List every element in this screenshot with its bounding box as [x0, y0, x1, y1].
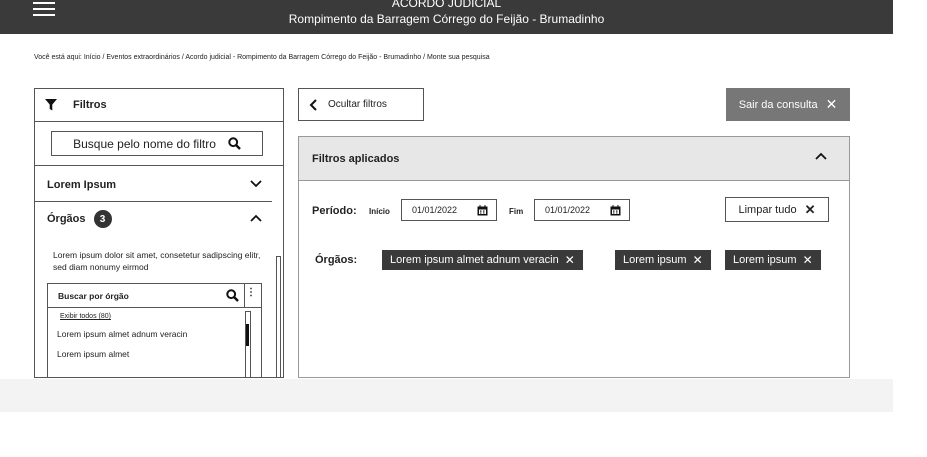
close-icon: ✕: [804, 201, 816, 217]
applied-filters-title: Filtros aplicados: [312, 152, 400, 165]
orgaos-label: Órgãos:: [315, 254, 358, 266]
breadcrumb: Você está aqui: Início / Eventos extraor…: [34, 54, 490, 61]
calendar-icon[interactable]: [610, 205, 621, 216]
filters-title: Filtros: [73, 99, 107, 111]
end-date-label: Fim: [509, 207, 524, 216]
more-options-icon[interactable]: ⋮: [246, 287, 256, 298]
start-date-value: 01/01/2022: [412, 205, 458, 215]
clear-all-button[interactable]: Limpar tudo ✕: [725, 197, 829, 222]
count-badge: 3: [93, 210, 112, 228]
exit-query-button[interactable]: Sair da consulta ✕: [726, 88, 850, 121]
section-lorem-ipsum[interactable]: Lorem Ipsum: [35, 169, 272, 201]
orgaos-scrollbar[interactable]: [245, 311, 251, 377]
show-all-link[interactable]: Exibir todos (80): [60, 313, 111, 320]
hide-filters-label: Ocultar filtros: [328, 99, 387, 110]
top-bar: ACORDO JUDICIAL Rompimento da Barragem C…: [0, 0, 893, 34]
clear-all-label: Limpar tudo: [738, 203, 797, 216]
search-icon[interactable]: [226, 289, 239, 302]
filter-name-search[interactable]: Busque pelo nome do filtro: [51, 131, 263, 156]
list-item[interactable]: Lorem ipsum almet: [57, 349, 129, 359]
scrollbar-thumb[interactable]: [246, 324, 249, 346]
funnel-icon: [45, 99, 57, 111]
chevron-left-icon: [309, 98, 317, 111]
end-date-value: 01/01/2022: [545, 205, 591, 215]
orgao-search-label: Buscar por órgão: [58, 290, 129, 301]
chip-label: Lorem ipsum: [733, 254, 797, 266]
calendar-icon[interactable]: [477, 205, 488, 216]
applied-filters-panel: Filtros aplicados Período: Início 01/01/…: [298, 136, 850, 378]
section-label: Órgãos: [47, 213, 86, 225]
app-subtitle: Rompimento da Barragem Córrego do Feijão…: [288, 12, 605, 26]
divider: [35, 201, 272, 202]
hide-filters-button[interactable]: Ocultar filtros: [298, 88, 424, 121]
filters-header: Filtros: [35, 89, 283, 122]
orgaos-description: Lorem ipsum dolor sit amet, consetetur s…: [53, 250, 261, 272]
start-date-label: Início: [369, 207, 390, 216]
filter-search-label: Busque pelo nome do filtro: [73, 136, 216, 151]
chevron-up-icon[interactable]: [815, 152, 827, 160]
divider: [244, 284, 245, 307]
chevron-up-icon[interactable]: [250, 214, 262, 222]
list-item[interactable]: Lorem ipsum almet adnum veracin: [57, 329, 187, 339]
close-icon[interactable]: ✕: [565, 253, 575, 267]
chip-label: Lorem ipsum almet adnum veracin: [390, 254, 559, 266]
filter-chip: Lorem ipsum ✕: [725, 250, 821, 270]
exit-query-label: Sair da consulta: [738, 98, 818, 111]
orgao-search-input[interactable]: Buscar por órgão ⋮: [47, 283, 262, 308]
filter-chip: Lorem ipsum ✕: [615, 250, 711, 270]
search-icon[interactable]: [228, 137, 241, 150]
applied-filters-header[interactable]: Filtros aplicados: [299, 137, 849, 181]
footer-band: [0, 379, 893, 412]
filters-list: Lorem Ipsum Órgãos 3 Lorem ipsum dolor s…: [35, 166, 283, 377]
orgaos-list: Exibir todos (80) Lorem ipsum almet adnu…: [47, 307, 262, 377]
app-title: ACORDO JUDICIAL: [391, 0, 502, 10]
end-date-input[interactable]: 01/01/2022: [534, 199, 630, 221]
filters-panel: Filtros Busque pelo nome do filtro Lorem…: [34, 88, 284, 378]
filter-chip: Lorem ipsum almet adnum veracin ✕: [382, 250, 583, 270]
period-label: Período:: [312, 205, 357, 217]
start-date-input[interactable]: 01/01/2022: [401, 199, 497, 221]
section-label: Lorem Ipsum: [47, 179, 117, 191]
close-icon[interactable]: ✕: [803, 253, 813, 267]
close-icon: ✕: [825, 96, 838, 112]
filters-scrollbar[interactable]: [276, 256, 281, 377]
close-icon[interactable]: ✕: [693, 253, 703, 267]
chip-label: Lorem ipsum: [623, 254, 687, 266]
chevron-down-icon[interactable]: [250, 180, 262, 188]
section-orgaos[interactable]: Órgãos 3: [35, 203, 272, 235]
